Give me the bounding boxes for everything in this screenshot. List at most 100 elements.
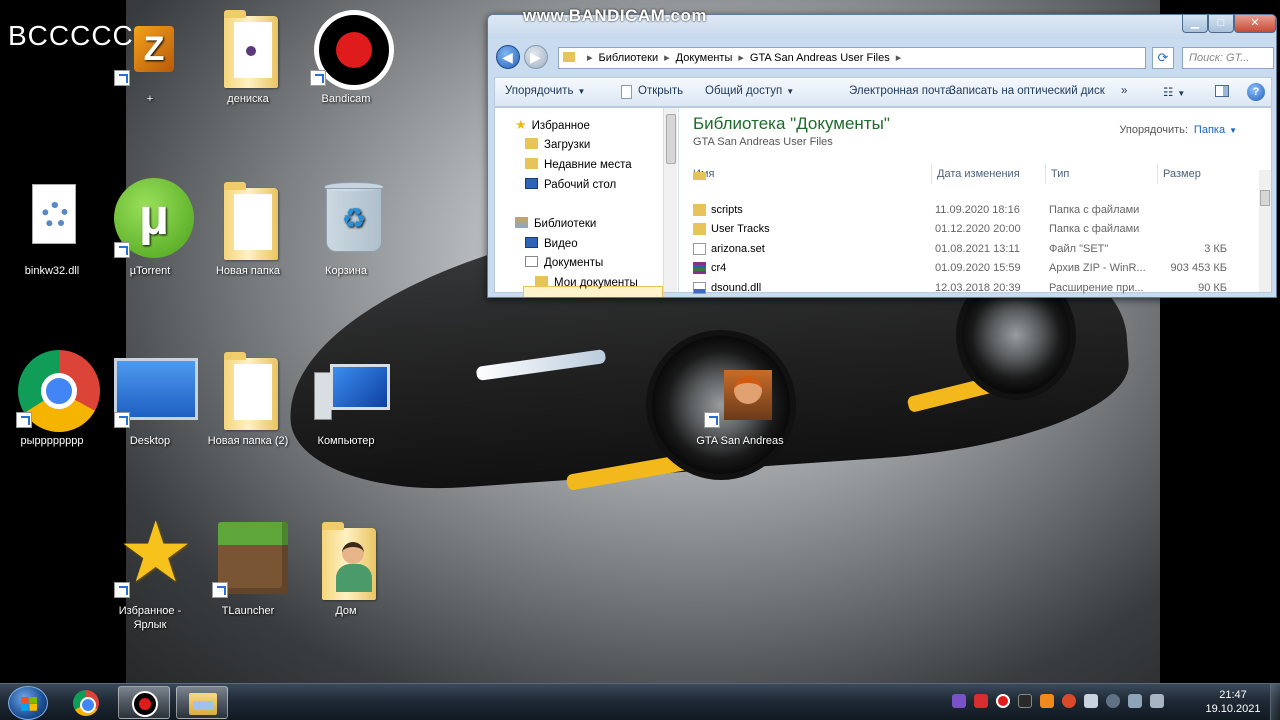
view-list-icon: ☷	[1163, 87, 1174, 99]
file-list-area[interactable]: Библиотека "Документы" GTA San Andreas U…	[681, 108, 1271, 294]
tray-network-icon[interactable]	[1128, 694, 1142, 708]
forward-button[interactable]: ▶	[524, 45, 548, 69]
desktop-icon-label: GTA San Andreas	[696, 435, 784, 447]
maximize-button[interactable]: □	[1208, 15, 1234, 33]
file-row[interactable]: SAMP11.08.2021 15:55Папка с файлами	[681, 168, 1257, 180]
tray-record-icon[interactable]	[996, 694, 1010, 708]
help-button[interactable]: ?	[1247, 83, 1265, 101]
nav-item-favorites[interactable]: ★ Избранное	[515, 116, 590, 134]
desktop-icon-chrome[interactable]: рырррррррр	[4, 350, 100, 448]
nav-item-documents[interactable]: Документы	[525, 254, 603, 272]
desktop-icon-home[interactable]: Дом	[298, 520, 394, 618]
email-button[interactable]: Электронная почта	[849, 85, 952, 97]
taskbar-clock[interactable]: 21:47 19.10.2021	[1200, 688, 1266, 716]
star-icon: ★	[515, 117, 527, 132]
star-icon: ★	[110, 510, 193, 600]
taskbar-chrome[interactable]	[60, 686, 112, 719]
document-icon	[621, 85, 632, 99]
chevron-right-icon: ▸	[895, 52, 902, 64]
file-row[interactable]: arizona.set 01.08.2021 13:11 Файл "SET" 3 К…	[681, 239, 1257, 259]
organize-menu[interactable]: Упорядочить ▼	[505, 85, 585, 97]
desktop-icon-desktop[interactable]: Desktop	[102, 350, 198, 448]
file-name: cr4	[711, 262, 727, 275]
arrange-by[interactable]: Упорядочить: Папка ▼	[1119, 124, 1237, 136]
explorer-window[interactable]: ▁ □ ✕ ◀ ▶ ▸ Библиотеки ▸ Документы ▸ GTA San …	[487, 14, 1277, 298]
file-type: Архив ZIP - WinR...	[1049, 262, 1146, 275]
file-row[interactable]: cr4 01.09.2020 15:59 Архив ZIP - WinR... 90…	[681, 258, 1257, 278]
open-button[interactable]: Открыть	[638, 85, 683, 97]
nav-item-label: Рабочий стол	[544, 179, 617, 191]
library-title: Библиотека "Документы"	[693, 114, 890, 133]
share-menu[interactable]: Общий доступ ▼	[705, 85, 794, 97]
recent-places-icon	[525, 158, 538, 169]
file-row[interactable]: scripts 11.09.2020 18:16 Папка с файлами	[681, 200, 1257, 220]
tray-acrobat-icon[interactable]	[974, 694, 988, 708]
close-button[interactable]: ✕	[1234, 15, 1276, 33]
nav-item-label: Недавние места	[544, 159, 632, 171]
file-type: Расширение при...	[1049, 282, 1144, 294]
search-input[interactable]: Поиск: GT...	[1182, 47, 1274, 69]
desktop-icon-tlauncher[interactable]: TLauncher	[200, 520, 296, 618]
desktop-icon-bandicam[interactable]: Bandicam	[298, 8, 394, 106]
more-commands-button[interactable]: »	[1121, 85, 1127, 97]
desktop-icon-recycle-bin[interactable]: ♻ Корзина	[298, 180, 394, 278]
tray-antivirus-icon[interactable]	[1062, 694, 1076, 708]
tray-keyboard-icon[interactable]	[1018, 694, 1032, 708]
file-row[interactable]: User Tracks 01.12.2020 20:00 Папка с файла…	[681, 219, 1257, 239]
scrollbar-thumb[interactable]	[1260, 190, 1270, 206]
desktop-icon-binkw32[interactable]: binkw32.dll	[4, 180, 100, 278]
shortcut-arrow-icon	[114, 70, 130, 86]
change-view-button[interactable]: ☷ ▼	[1163, 85, 1197, 99]
nav-item-video[interactable]: Видео	[525, 235, 578, 253]
desktop-icon-utorrent[interactable]: µ µTorrent	[102, 178, 198, 278]
desktop-icon-label: binkw32.dll	[24, 265, 80, 277]
tray-battery-icon[interactable]	[1084, 694, 1098, 708]
desktop-icon-plus[interactable]: Z +	[102, 8, 198, 106]
nav-item-label: Видео	[544, 238, 578, 250]
breadcrumb-documents[interactable]: Документы	[676, 52, 733, 64]
desktop-icon-computer[interactable]: Компьютер	[298, 350, 394, 448]
desktop-icon-new-folder[interactable]: Новая папка	[200, 180, 296, 278]
start-button[interactable]	[8, 686, 48, 720]
preview-pane-button[interactable]	[1215, 85, 1229, 97]
shortcut-arrow-icon	[212, 582, 228, 598]
documents-library-icon	[525, 256, 538, 267]
nav-item-recent[interactable]: Недавние места	[525, 156, 632, 174]
folder-icon	[208, 350, 288, 430]
file-row[interactable]: dsound.dll 12.03.2018 20:39 Расширение при…	[681, 278, 1257, 297]
show-desktop-button[interactable]	[1270, 684, 1280, 720]
navigation-pane[interactable]: ★ Избранное Загрузки Недавние места Рабоч…	[495, 108, 679, 297]
desktop-icon-favorites-shortcut[interactable]: ★ Избранное - Ярлык	[102, 510, 198, 632]
file-size: 3 КБ	[1204, 242, 1227, 255]
burn-button[interactable]: Записать на оптический диск	[949, 85, 1105, 97]
taskbar-bandicam[interactable]	[118, 686, 170, 719]
scrollbar-thumb[interactable]	[666, 114, 676, 164]
folder-icon	[693, 203, 706, 216]
desktop-icon-new-folder-2[interactable]: Новая папка (2)	[200, 350, 296, 448]
desktop-icon-label: TLauncher	[221, 605, 275, 617]
arrow-right-icon: ▶	[530, 49, 541, 65]
refresh-button[interactable]: ⟳	[1152, 47, 1174, 69]
tray-app-orange-icon[interactable]	[1040, 694, 1054, 708]
back-button[interactable]: ◀	[496, 45, 520, 69]
nav-item-libraries[interactable]: Библиотеки	[515, 215, 596, 233]
minecraft-block-icon	[208, 520, 288, 600]
address-bar[interactable]: ▸ Библиотеки ▸ Документы ▸ GTA San Andreas Us…	[558, 47, 1146, 69]
breadcrumb-gta-folder[interactable]: GTA San Andreas User Files	[750, 52, 890, 64]
desktop-icon-deniska[interactable]: дениска	[200, 8, 296, 106]
share-label: Общий доступ	[705, 85, 783, 97]
minimize-button[interactable]: ▁	[1182, 15, 1208, 33]
breadcrumb-libraries[interactable]: Библиотеки	[599, 52, 659, 64]
arrange-value[interactable]: Папка	[1194, 124, 1225, 136]
library-subtitle: GTA San Andreas User Files	[693, 136, 833, 148]
nav-item-downloads[interactable]: Загрузки	[525, 136, 590, 154]
nav-pane-scrollbar[interactable]	[663, 108, 677, 292]
nav-item-desktop[interactable]: Рабочий стол	[525, 176, 616, 194]
file-list-scrollbar[interactable]	[1259, 170, 1271, 292]
nav-item-my-documents[interactable]: Мои документы	[535, 274, 638, 292]
tray-flag-icon[interactable]	[1150, 694, 1164, 708]
desktop-icon-gta-san-andreas[interactable]: GTA San Andreas	[692, 350, 788, 448]
tray-app-icon[interactable]	[952, 694, 966, 708]
taskbar-explorer[interactable]	[176, 686, 228, 719]
tray-volume-icon[interactable]	[1106, 694, 1120, 708]
